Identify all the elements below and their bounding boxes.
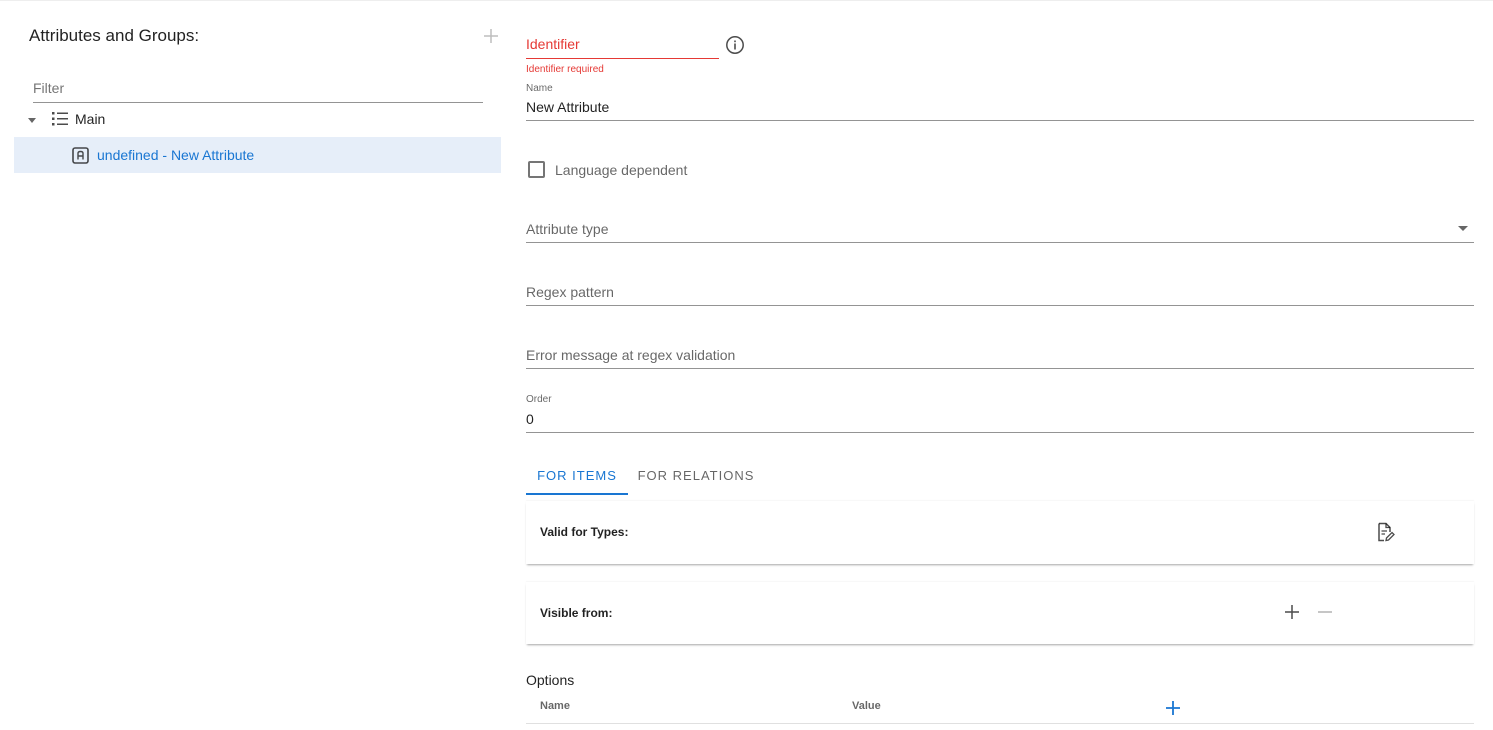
plus-icon: [1166, 701, 1180, 715]
language-dependent-checkbox[interactable]: Language dependent: [526, 158, 826, 182]
add-option-button[interactable]: [1162, 697, 1184, 719]
attribute-type-select[interactable]: Attribute type: [526, 218, 1474, 244]
visible-from-title: Visible from:: [540, 606, 613, 620]
add-visible-from-button[interactable]: [1281, 601, 1303, 623]
tree-group-label: Main: [75, 111, 106, 127]
edit-types-button[interactable]: [1374, 521, 1396, 543]
name-underline: [526, 120, 1474, 121]
options-title: Options: [526, 672, 575, 688]
visible-from-card: Visible from:: [526, 582, 1474, 644]
list-icon: [52, 112, 68, 126]
tree-item-new-attribute[interactable]: undefined - New Attribute: [14, 137, 501, 173]
column-header-name: Name: [540, 700, 570, 712]
regex-pattern-underline: [526, 305, 1474, 306]
edit-document-icon: [1378, 522, 1395, 542]
regex-pattern-field[interactable]: Regex pattern: [526, 281, 1474, 307]
regex-error-placeholder: Error message at regex validation: [526, 347, 736, 363]
caret-down-icon[interactable]: [26, 113, 38, 125]
options-table-header: Name Value: [526, 692, 1474, 724]
tabs: FOR ITEMS FOR RELATIONS: [526, 455, 1474, 497]
attribute-form: Identifier Identifier required Name New …: [526, 0, 1474, 730]
tab-for-items[interactable]: FOR ITEMS: [526, 455, 628, 495]
tree-item-label: undefined - New Attribute: [97, 147, 255, 163]
remove-visible-from-button[interactable]: [1314, 601, 1336, 623]
valid-for-types-card: Valid for Types:: [526, 501, 1474, 564]
minus-icon: [1318, 611, 1332, 613]
order-underline: [526, 432, 1474, 433]
order-field[interactable]: Order 0: [526, 393, 1474, 433]
valid-for-types-title: Valid for Types:: [540, 525, 629, 539]
info-icon[interactable]: [725, 35, 745, 55]
filter-input[interactable]: [33, 75, 483, 101]
panel-title: Attributes and Groups:: [29, 26, 200, 45]
attribute-a-icon: [72, 147, 89, 164]
tab-indicator: [526, 493, 628, 495]
name-value: New Attribute: [526, 99, 610, 115]
checkbox-box[interactable]: [528, 161, 545, 178]
dropdown-arrow-icon[interactable]: [1458, 224, 1468, 232]
identifier-label: Identifier: [526, 36, 580, 52]
regex-error-field[interactable]: Error message at regex validation: [526, 344, 1474, 370]
plus-icon: [484, 29, 498, 43]
regex-pattern-placeholder: Regex pattern: [526, 284, 614, 300]
order-label: Order: [526, 394, 552, 405]
language-dependent-label: Language dependent: [555, 162, 688, 178]
plus-icon: [1285, 605, 1299, 619]
name-label: Name: [526, 83, 553, 94]
panel-header: Attributes and Groups:: [29, 24, 498, 50]
filter-field: [33, 75, 483, 103]
order-value: 0: [526, 411, 534, 427]
attribute-type-placeholder: Attribute type: [526, 221, 609, 237]
identifier-field[interactable]: Identifier Identifier required: [526, 30, 719, 75]
regex-error-underline: [526, 368, 1474, 369]
tab-for-relations[interactable]: FOR RELATIONS: [632, 455, 760, 495]
attributes-panel: Attributes and Groups: Main undefined -: [14, 0, 501, 730]
identifier-underline: [526, 58, 719, 59]
attribute-type-underline: [526, 242, 1474, 243]
name-field[interactable]: Name New Attribute: [526, 82, 1474, 122]
tree-group-main[interactable]: Main: [14, 101, 501, 137]
column-header-value: Value: [852, 700, 881, 712]
identifier-error: Identifier required: [526, 64, 604, 75]
add-group-button[interactable]: [479, 24, 503, 48]
